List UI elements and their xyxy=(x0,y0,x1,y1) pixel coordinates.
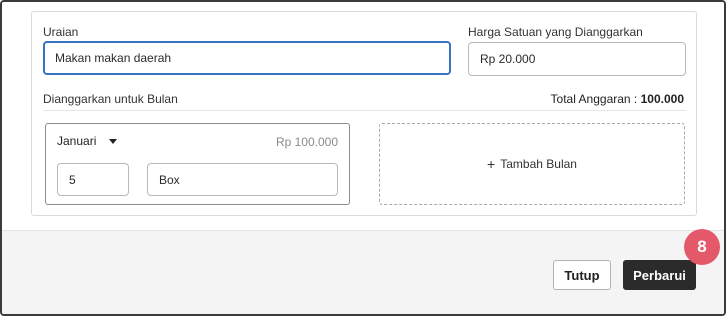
update-button[interactable]: Perbarui xyxy=(623,260,696,290)
quantity-field[interactable]: 5 xyxy=(57,163,129,196)
modal-window: Uraian Makan makan daerah Harga Satuan y… xyxy=(0,0,726,316)
unit-value: Box xyxy=(159,172,180,187)
unit-price-label: Harga Satuan yang Dianggarkan xyxy=(468,25,643,39)
total-budget-label: Total Anggaran : xyxy=(550,92,638,106)
description-field[interactable]: Makan makan daerah xyxy=(43,41,451,75)
unit-price-field[interactable]: Rp 20.000 xyxy=(468,42,686,76)
budget-item-card: Uraian Makan makan daerah Harga Satuan y… xyxy=(31,11,697,216)
modal-body: Uraian Makan makan daerah Harga Satuan y… xyxy=(2,2,724,230)
step-badge: 8 xyxy=(684,229,720,265)
month-select-value: Januari xyxy=(57,134,97,148)
add-month-label: Tambah Bulan xyxy=(500,157,577,171)
month-entry-card: Januari Rp 100.000 5 Box xyxy=(45,123,350,205)
month-amount: Rp 100.000 xyxy=(275,135,338,149)
description-label: Uraian xyxy=(43,25,79,39)
total-budget-value: 100.000 xyxy=(640,92,684,106)
close-button[interactable]: Tutup xyxy=(553,260,611,290)
quantity-value: 5 xyxy=(69,172,76,187)
month-select[interactable]: Januari xyxy=(57,134,118,148)
unit-price-value: Rp 20.000 xyxy=(480,52,536,66)
description-value: Makan makan daerah xyxy=(55,51,172,65)
plus-icon: + xyxy=(487,156,496,172)
total-budget: Total Anggaran : 100.000 xyxy=(551,92,684,106)
section-divider xyxy=(43,110,686,111)
add-month-button[interactable]: + Tambah Bulan xyxy=(379,123,685,205)
unit-field[interactable]: Box xyxy=(147,163,338,196)
modal-footer xyxy=(2,231,724,314)
caret-down-icon xyxy=(109,138,118,144)
budget-month-label: Dianggarkan untuk Bulan xyxy=(43,92,178,106)
